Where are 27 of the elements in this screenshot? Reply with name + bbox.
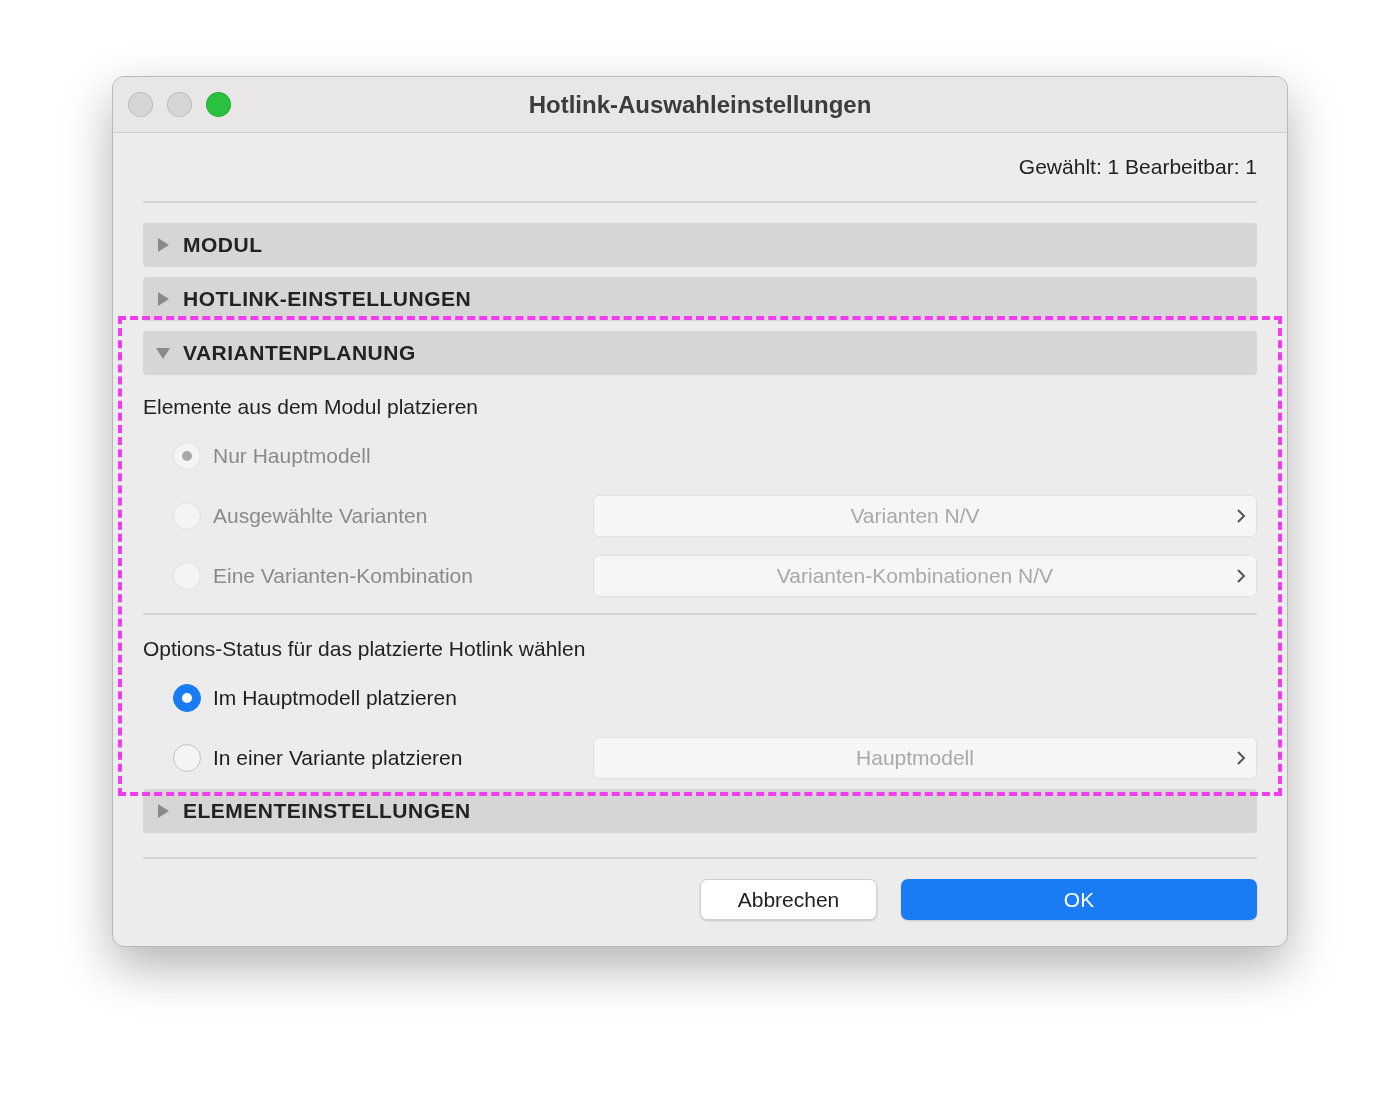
section-header[interactable]: ELEMENTEINSTELLUNGEN (143, 789, 1257, 833)
section-header[interactable]: VARIANTENPLANUNG (143, 331, 1257, 375)
window-title: Hotlink-Auswahleinstellungen (528, 90, 872, 119)
radio-label: In einer Variante platzieren (213, 746, 464, 770)
radio-label: Im Hauptmodell platzieren (213, 686, 458, 710)
chevron-right-icon (1236, 568, 1246, 584)
expand-triangle-icon (155, 803, 171, 819)
minimize-button[interactable] (167, 92, 192, 117)
radio-button[interactable] (173, 684, 201, 712)
close-button[interactable] (128, 92, 153, 117)
chevron-right-icon (1236, 508, 1246, 524)
group-heading: Elemente aus dem Modul platzieren (143, 395, 479, 420)
group-heading: Options-Status für das platzierte Hotlink wählen (143, 637, 587, 662)
selection-status: Gewählt: 1 Bearbeitbar: 1 (1018, 155, 1257, 180)
collapse-triangle-icon (155, 345, 171, 361)
expand-triangle-icon (155, 237, 171, 253)
radio-label: Eine Varianten-Kombination (213, 564, 474, 588)
radio-label: Ausgewählte Varianten (213, 504, 429, 528)
chevron-right-icon (1236, 750, 1246, 766)
ok-button[interactable]: OK (901, 879, 1257, 920)
section-header[interactable]: HOTLINK-EINSTELLUNGEN (143, 277, 1257, 321)
expand-triangle-icon (155, 291, 171, 307)
zoom-button[interactable] (206, 92, 231, 117)
radio-label: Nur Hauptmodell (213, 444, 372, 468)
cancel-button[interactable]: Abbrechen (700, 879, 877, 920)
radio-button[interactable] (173, 744, 201, 772)
section-header[interactable]: MODUL (143, 223, 1257, 267)
